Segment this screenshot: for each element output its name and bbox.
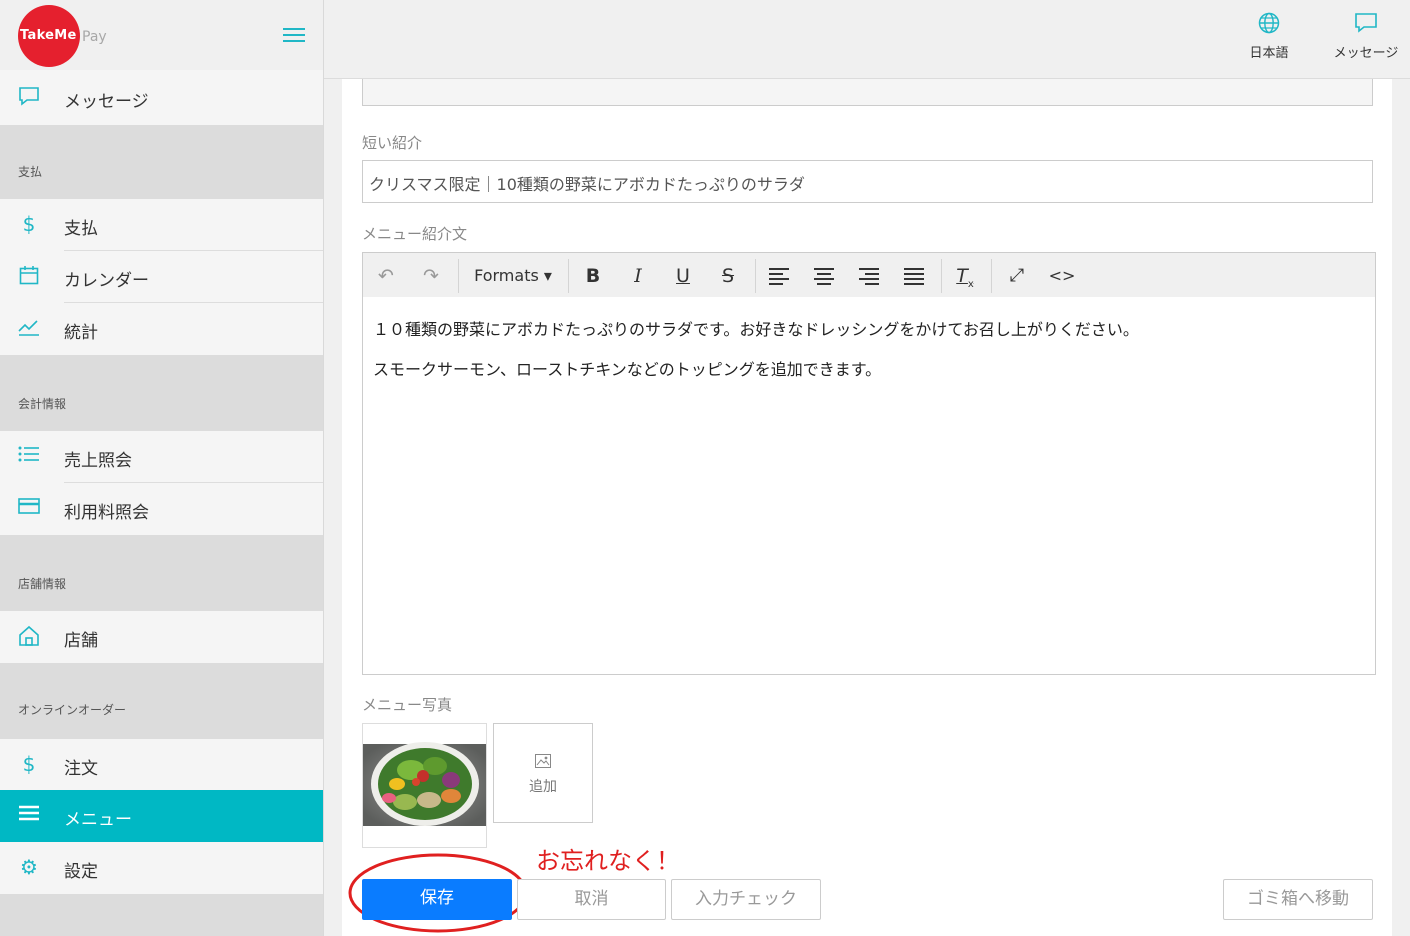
sidebar-item-label: カレンダー [64,271,149,291]
italic-icon[interactable]: I [623,262,653,290]
language-button[interactable]: 日本語 [1242,12,1296,61]
globe-icon [1258,12,1280,34]
align-left-icon[interactable] [764,262,794,290]
messages-label: メッセージ [1333,46,1399,61]
redo-icon[interactable]: ↷ [416,262,446,290]
menu-toggle-icon[interactable] [283,28,305,44]
sidebar-item-messages[interactable]: メッセージ [0,70,323,125]
short-intro-value: クリスマス限定｜10種類の野菜にアボカドたっぷりのサラダ [369,175,805,194]
formats-dropdown[interactable]: Formats ▾ [471,262,555,290]
home-icon [18,625,40,647]
image-icon [535,754,551,768]
sidebar-item-label: 売上照会 [64,451,132,471]
fullscreen-icon[interactable]: ⤢ [1002,262,1032,290]
reminder-annotation: お忘れなく！ [536,847,680,875]
section-header-store-info: 店舗情報 [0,535,323,611]
sidebar-item-label: 支払 [64,219,98,239]
sidebar-item-payment[interactable]: $ 支払 [0,199,323,251]
chat-bubble-icon [1355,13,1377,33]
previous-field[interactable] [362,79,1373,106]
menu-photo-thumbnail[interactable] [362,723,487,848]
sidebar-item-calendar[interactable]: カレンダー [0,251,323,303]
sidebar-item-orders[interactable]: $ 注文 [0,739,323,791]
short-intro-label: 短い紹介 [362,134,423,152]
chart-line-icon [18,317,40,339]
sidebar-item-label: 注文 [64,759,98,779]
cancel-button[interactable]: 取消 [517,879,666,920]
description-editor[interactable]: １０種類の野菜にアボカドたっぷりのサラダです。お好きなドレッシングをかけてお召し… [362,297,1376,675]
dollar-icon: $ [22,752,36,776]
logo-bar: TakeMe Pay [0,0,323,79]
sidebar-item-settings[interactable]: ⚙ 設定 [0,842,323,894]
photo-label: メニュー写真 [362,696,453,714]
sidebar-item-fees[interactable]: 利用料照会 [0,483,323,535]
align-center-icon[interactable] [809,262,839,290]
short-intro-input[interactable]: クリスマス限定｜10種類の野菜にアボカドたっぷりのサラダ [362,160,1373,203]
input-check-button[interactable]: 入力チェック [671,879,821,920]
sidebar-item-label: メッセージ [64,92,149,112]
save-button[interactable]: 保存 [362,879,512,920]
language-label: 日本語 [1249,46,1289,61]
menu-lines-icon [18,804,40,826]
section-header-payment: 支払 [0,125,323,199]
list-icon [18,445,40,467]
section-title: オンラインオーダー [18,703,127,717]
calendar-icon [18,265,40,287]
sidebar-item-sales[interactable]: 売上照会 [0,431,323,483]
undo-icon[interactable]: ↶ [371,262,401,290]
underline-icon[interactable]: U [668,262,698,290]
bold-icon[interactable]: B [578,262,608,290]
section-header-more [0,894,323,936]
description-label: メニュー紹介文 [362,225,468,243]
section-header-accounting: 会計情報 [0,355,323,431]
chat-bubble-icon [18,86,40,108]
sidebar-item-label: 店舗 [64,631,98,651]
section-header-online-order: オンラインオーダー [0,663,323,739]
messages-button[interactable]: メッセージ [1328,12,1404,61]
sidebar-item-label: メニュー [64,810,132,830]
add-photo-label: 追加 [529,779,557,795]
section-title: 会計情報 [18,397,67,411]
sidebar-item-label: 統計 [64,323,98,343]
section-title: 支払 [18,165,43,179]
formats-label: Formats [474,266,539,285]
move-to-trash-button[interactable]: ゴミ箱へ移動 [1223,879,1373,920]
credit-card-icon [18,497,40,519]
align-justify-icon[interactable] [899,262,929,290]
logo-text: TakeMe [20,28,77,43]
strikethrough-icon[interactable]: S [713,262,743,290]
clear-format-icon[interactable]: Tx [950,262,980,290]
sidebar-item-label: 利用料照会 [64,503,149,523]
section-title: 店舗情報 [18,577,67,591]
dollar-icon: $ [22,212,36,236]
add-photo-button[interactable]: 追加 [493,723,593,823]
sidebar-item-menu[interactable]: メニュー [0,790,323,842]
source-code-icon[interactable]: <> [1047,262,1077,290]
top-bar: 日本語 メッセージ [324,0,1410,79]
sidebar-item-store[interactable]: 店舗 [0,611,323,663]
description-line: １０種類の野菜にアボカドたっぷりのサラダです。お好きなドレッシングをかけてお召し… [373,320,1139,339]
description-line: スモークサーモン、ローストチキンなどのトッピングを追加できます。 [373,360,882,379]
sidebar-item-stats[interactable]: 統計 [0,303,323,355]
sidebar-item-label: 設定 [64,862,98,882]
logo-suffix: Pay [82,29,107,45]
sidebar: TakeMe Pay メッセージ 支払 $ 支払 カレンダー 統計 会計情報 売… [0,0,324,936]
align-right-icon[interactable] [854,262,884,290]
editor-toolbar: ↶ ↷ Formats ▾ B I U S Tx ⤢ <> [362,252,1376,298]
gear-icon: ⚙ [20,855,38,879]
